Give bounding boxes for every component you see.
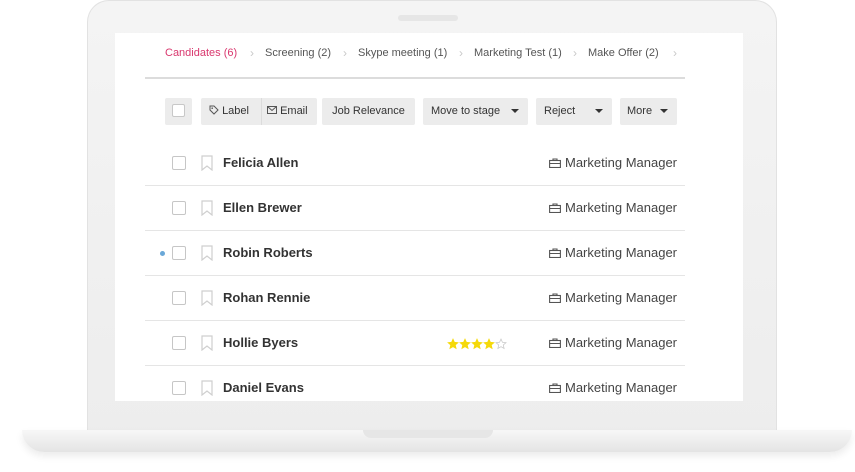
bookmark-icon[interactable] <box>201 380 213 396</box>
star-filled-icon <box>459 338 471 350</box>
job-title: Marketing Manager <box>549 200 677 215</box>
label-button-text: Label <box>222 105 249 117</box>
candidate-name[interactable]: Rohan Rennie <box>223 290 310 305</box>
briefcase-icon <box>549 383 561 393</box>
chevron-right-icon: › <box>673 46 677 60</box>
tab-candidates[interactable]: Candidates (6) <box>165 47 237 59</box>
star-filled-icon <box>447 338 459 350</box>
chevron-right-icon: › <box>343 46 347 60</box>
star-empty-icon <box>495 338 507 350</box>
job-title-text: Marketing Manager <box>565 380 677 395</box>
tab-screening[interactable]: Screening (2) <box>265 47 331 59</box>
reject-text: Reject <box>544 105 576 117</box>
email-button[interactable]: Email <box>267 98 308 125</box>
envelope-icon <box>267 106 277 114</box>
pipeline-stages: Candidates (6) › Screening (2) › Skype m… <box>145 33 685 79</box>
briefcase-icon <box>549 293 561 303</box>
chevron-right-icon: › <box>573 46 577 60</box>
candidate-name[interactable]: Daniel Evans <box>223 380 304 395</box>
candidate-name[interactable]: Robin Roberts <box>223 245 313 260</box>
job-title-text: Marketing Manager <box>565 290 677 305</box>
candidate-row[interactable]: Rohan Rennie Marketing Manager <box>145 276 685 321</box>
briefcase-icon <box>549 248 561 258</box>
row-checkbox[interactable] <box>172 336 186 350</box>
job-relevance-button[interactable]: Job Relevance <box>322 98 415 125</box>
caret-down-icon <box>660 109 668 113</box>
unread-indicator <box>160 251 165 256</box>
app-screen: Candidates (6) › Screening (2) › Skype m… <box>115 33 743 401</box>
row-checkbox[interactable] <box>172 201 186 215</box>
bookmark-icon[interactable] <box>201 245 213 261</box>
job-title-text: Marketing Manager <box>565 155 677 170</box>
job-relevance-text: Job Relevance <box>332 105 405 117</box>
bookmark-icon[interactable] <box>201 335 213 351</box>
caret-down-icon <box>511 109 519 113</box>
candidate-row[interactable]: Robin Roberts Marketing Manager <box>145 231 685 276</box>
job-title-text: Marketing Manager <box>565 335 677 350</box>
chevron-right-icon: › <box>459 46 463 60</box>
candidate-row[interactable]: Hollie Byers Marketing Manager <box>145 321 685 366</box>
job-title: Marketing Manager <box>549 290 677 305</box>
job-title: Marketing Manager <box>549 380 677 395</box>
star-filled-icon <box>471 338 483 350</box>
row-checkbox[interactable] <box>172 381 186 395</box>
more-dropdown[interactable]: More <box>620 98 677 125</box>
select-all-checkbox[interactable] <box>172 104 185 117</box>
bookmark-icon[interactable] <box>201 155 213 171</box>
briefcase-icon <box>549 203 561 213</box>
email-button-text: Email <box>280 105 308 117</box>
caret-down-icon <box>595 109 603 113</box>
divider <box>261 98 262 125</box>
row-checkbox[interactable] <box>172 291 186 305</box>
camera-notch <box>398 15 458 21</box>
laptop-base-lip <box>363 430 493 438</box>
tab-marketing-test[interactable]: Marketing Test (1) <box>474 47 562 59</box>
more-text: More <box>627 105 653 117</box>
star-filled-icon <box>483 338 495 350</box>
candidate-name[interactable]: Ellen Brewer <box>223 200 302 215</box>
tab-make-offer[interactable]: Make Offer (2) <box>588 47 659 59</box>
label-button[interactable]: Label <box>209 98 249 125</box>
tab-skype-meeting[interactable]: Skype meeting (1) <box>358 47 447 59</box>
tag-icon <box>209 105 219 115</box>
briefcase-icon <box>549 158 561 168</box>
bookmark-icon[interactable] <box>201 200 213 216</box>
chevron-right-icon: › <box>250 46 254 60</box>
candidate-name[interactable]: Felicia Allen <box>223 155 298 170</box>
job-title: Marketing Manager <box>549 155 677 170</box>
row-checkbox[interactable] <box>172 246 186 260</box>
row-checkbox[interactable] <box>172 156 186 170</box>
job-title: Marketing Manager <box>549 245 677 260</box>
bookmark-icon[interactable] <box>201 290 213 306</box>
job-title-text: Marketing Manager <box>565 200 677 215</box>
move-to-stage-dropdown[interactable]: Move to stage <box>423 98 528 125</box>
label-email-group: Label Email <box>201 98 317 125</box>
candidate-row[interactable]: Felicia Allen Marketing Manager <box>145 141 685 186</box>
briefcase-icon <box>549 338 561 348</box>
job-title: Marketing Manager <box>549 335 677 350</box>
reject-dropdown[interactable]: Reject <box>536 98 612 125</box>
rating-stars[interactable] <box>447 337 507 350</box>
move-to-stage-text: Move to stage <box>431 105 501 117</box>
job-title-text: Marketing Manager <box>565 245 677 260</box>
select-all-button[interactable] <box>165 98 192 125</box>
candidate-row[interactable]: Ellen Brewer Marketing Manager <box>145 186 685 231</box>
candidate-row[interactable]: Daniel Evans Marketing Manager <box>165 366 685 401</box>
candidate-name[interactable]: Hollie Byers <box>223 335 298 350</box>
